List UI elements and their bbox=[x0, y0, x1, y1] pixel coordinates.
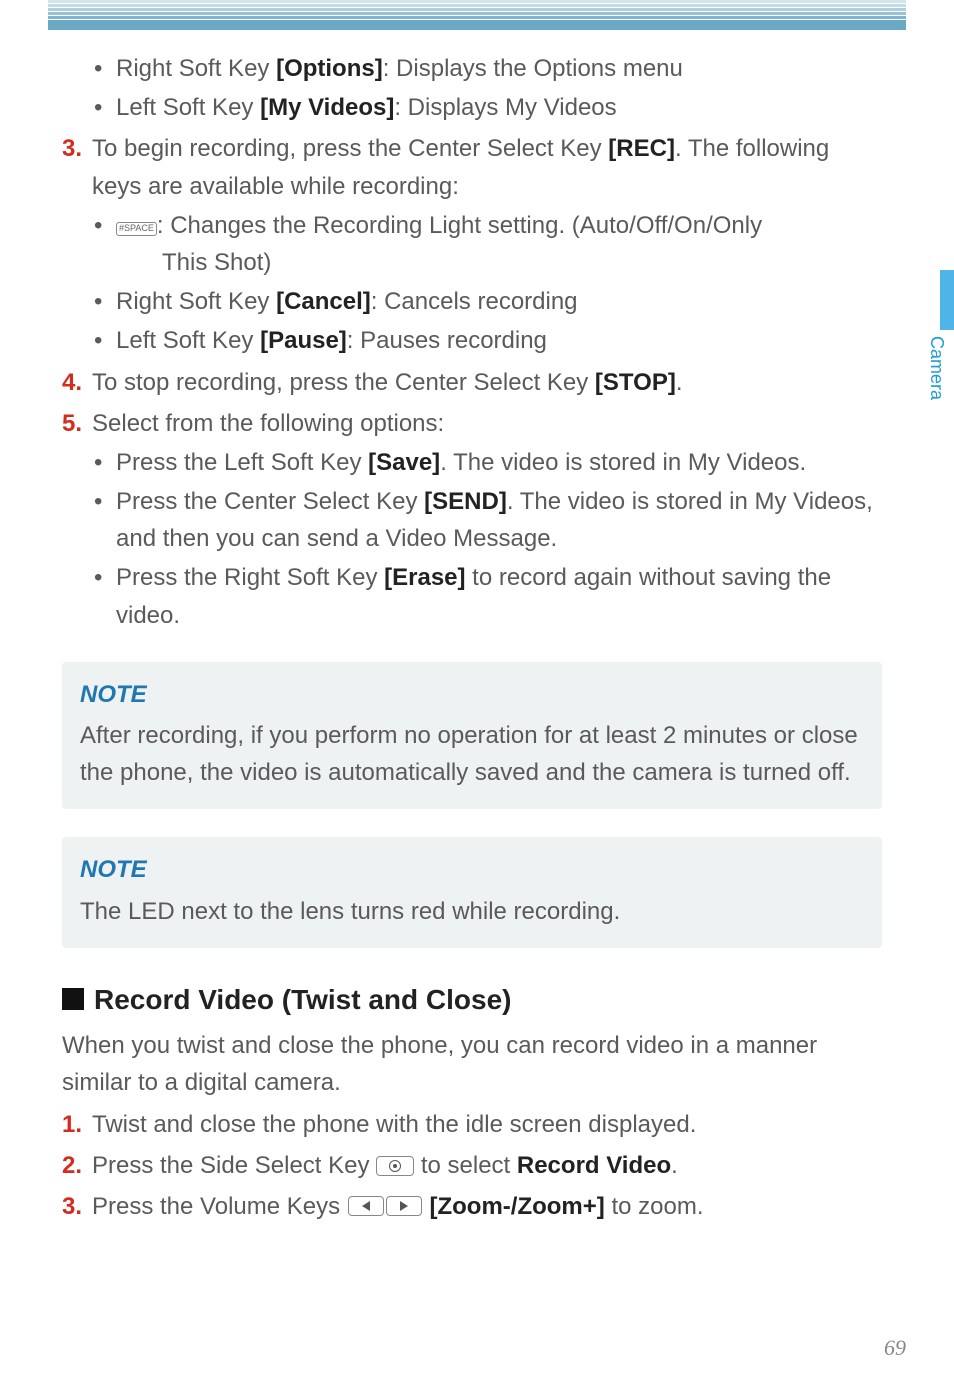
list-item: • Press the Right Soft Key [Erase] to re… bbox=[62, 559, 882, 633]
key-label: [Options] bbox=[276, 55, 383, 82]
text: Press the Right Soft Key bbox=[116, 564, 384, 591]
list-item: • Right Soft Key [Options]: Displays the… bbox=[62, 50, 882, 87]
list-item: • Right Soft Key [Cancel]: Cancels recor… bbox=[62, 283, 882, 320]
volume-up-key-icon bbox=[386, 1196, 422, 1216]
step-5: 5. Select from the following options: bbox=[62, 405, 882, 442]
text: : Changes the Recording Light setting. (… bbox=[157, 212, 762, 239]
text: Press the Side Select Key bbox=[92, 1152, 376, 1179]
text: To stop recording, press the Center Sele… bbox=[92, 369, 595, 396]
text: Left Soft Key bbox=[116, 327, 260, 354]
key-label: Record Video bbox=[517, 1152, 671, 1179]
key-label: [Erase] bbox=[384, 564, 465, 591]
section-tab-label: Camera bbox=[926, 336, 947, 400]
text: to select bbox=[414, 1152, 517, 1179]
side-select-key-icon bbox=[376, 1156, 414, 1176]
square-bullet-icon bbox=[62, 988, 84, 1010]
text: Press the Center Select Key bbox=[116, 488, 424, 515]
step-3: 3. To begin recording, press the Center … bbox=[62, 130, 882, 204]
volume-down-key-icon bbox=[348, 1196, 384, 1216]
text: Press the Volume Keys bbox=[92, 1193, 347, 1220]
section-heading: Record Video (Twist and Close) bbox=[62, 978, 882, 1021]
text: . bbox=[671, 1152, 678, 1179]
note-body: The LED next to the lens turns red while… bbox=[80, 893, 864, 930]
step-3b: 3. Press the Volume Keys [Zoom-/Zoom+] t… bbox=[62, 1188, 882, 1225]
key-label: [STOP] bbox=[595, 369, 676, 396]
key-label: [Save] bbox=[368, 449, 440, 476]
text-continuation: This Shot) bbox=[62, 244, 882, 281]
note-body: After recording, if you perform no opera… bbox=[80, 717, 864, 791]
section-intro: When you twist and close the phone, you … bbox=[62, 1027, 882, 1101]
page-number: 69 bbox=[884, 1335, 906, 1361]
step-4: 4. To stop recording, press the Center S… bbox=[62, 364, 882, 401]
note-title: NOTE bbox=[80, 851, 864, 888]
key-label: [My Videos] bbox=[260, 94, 394, 121]
text: Press the Left Soft Key bbox=[116, 449, 368, 476]
hash-key-icon: #SPACE bbox=[116, 222, 157, 236]
note-box: NOTE The LED next to the lens turns red … bbox=[62, 837, 882, 947]
list-item: • #SPACE: Changes the Recording Light se… bbox=[62, 207, 882, 244]
step-number: 3. bbox=[62, 1188, 92, 1225]
key-label: [Zoom-/Zoom+] bbox=[429, 1193, 604, 1220]
text: Right Soft Key bbox=[116, 288, 276, 315]
step-number: 1. bbox=[62, 1106, 92, 1143]
text: To begin recording, press the Center Sel… bbox=[92, 135, 608, 162]
step-number: 5. bbox=[62, 405, 92, 442]
header-decoration bbox=[48, 0, 906, 36]
list-item: • Press the Center Select Key [SEND]. Th… bbox=[62, 483, 882, 557]
list-item: • Press the Left Soft Key [Save]. The vi… bbox=[62, 444, 882, 481]
step-1: 1. Twist and close the phone with the id… bbox=[62, 1106, 882, 1143]
step-2: 2. Press the Side Select Key to select R… bbox=[62, 1147, 882, 1184]
text: Select from the following options: bbox=[92, 405, 882, 442]
text: : Cancels recording bbox=[371, 288, 578, 315]
step-number: 3. bbox=[62, 130, 92, 204]
section-heading-text: Record Video (Twist and Close) bbox=[94, 978, 511, 1021]
text: . The video is stored in My Videos. bbox=[440, 449, 806, 476]
step-number: 4. bbox=[62, 364, 92, 401]
list-item: • Left Soft Key [My Videos]: Displays My… bbox=[62, 89, 882, 126]
page-content: • Right Soft Key [Options]: Displays the… bbox=[62, 48, 882, 1225]
key-label: [SEND] bbox=[424, 488, 507, 515]
text: Right Soft Key bbox=[116, 55, 276, 82]
key-label: [REC] bbox=[608, 135, 675, 162]
text: : Displays My Videos bbox=[394, 94, 616, 121]
note-box: NOTE After recording, if you perform no … bbox=[62, 662, 882, 810]
step-number: 2. bbox=[62, 1147, 92, 1184]
section-tab: Camera bbox=[926, 270, 954, 430]
text: to zoom. bbox=[605, 1193, 704, 1220]
key-label: [Cancel] bbox=[276, 288, 371, 315]
text: : Pauses recording bbox=[347, 327, 547, 354]
text: Twist and close the phone with the idle … bbox=[92, 1106, 882, 1143]
text: : Displays the Options menu bbox=[383, 55, 683, 82]
key-label: [Pause] bbox=[260, 327, 347, 354]
list-item: • Left Soft Key [Pause]: Pauses recordin… bbox=[62, 322, 882, 359]
note-title: NOTE bbox=[80, 676, 864, 713]
text: Left Soft Key bbox=[116, 94, 260, 121]
text: . bbox=[676, 369, 683, 396]
